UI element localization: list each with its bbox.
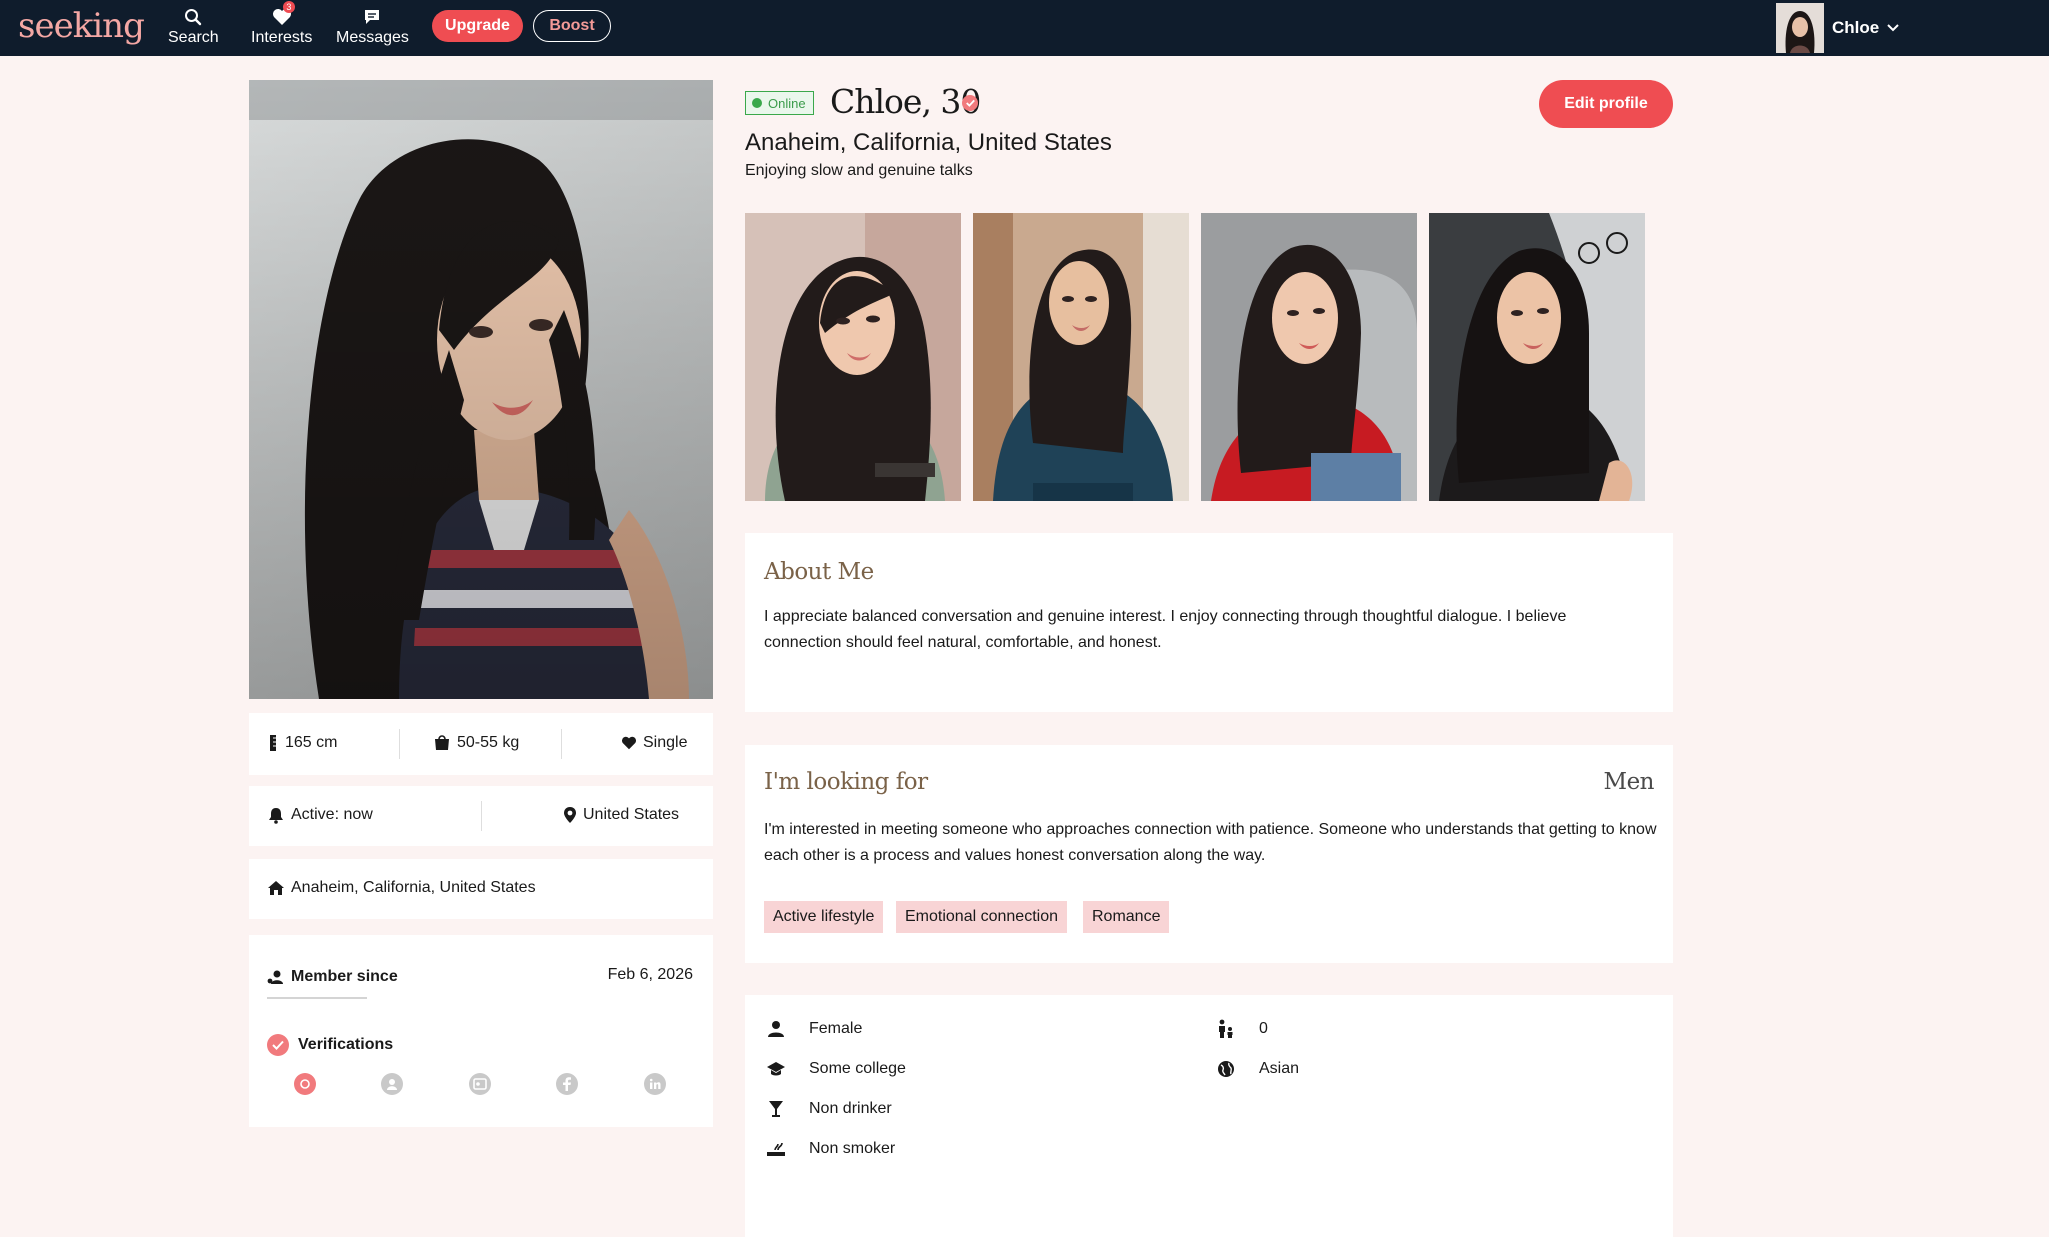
looking-for-target: Men [1603,769,1655,795]
account-menu[interactable]: Chloe [1776,0,1899,56]
profile-photo-thumbnail[interactable] [745,213,961,501]
boost-button[interactable]: Boost [533,10,611,42]
children-detail: 0 [1215,1018,1268,1040]
profile-photo-thumbnail[interactable] [1201,213,1417,501]
profile-photo-thumbnail[interactable] [973,213,1189,501]
nav-search[interactable]: Search [168,5,219,47]
height-stat: 165 cm [267,734,337,752]
nav-messages[interactable]: Messages [336,5,409,47]
children-value: 0 [1259,1020,1268,1037]
gender-value: Female [809,1020,863,1037]
online-status-badge: Online [745,91,814,115]
weight-value: 50-55 kg [457,734,520,751]
smoking-value: Non smoker [809,1140,896,1157]
home-stat: Anaheim, California, United States [267,879,536,897]
activity-card: Active: now United States [249,786,713,846]
graduation-cap-icon [765,1058,787,1080]
divider [481,801,482,831]
relationship-stat: Single [621,734,687,752]
member-since-label-row: Member since [267,968,398,986]
id-verification-icon[interactable] [469,1073,491,1095]
profile-location: Anaheim, California, United States [745,129,1112,156]
verified-badge-icon [962,95,978,111]
bell-icon [269,808,283,824]
profile-photo-thumbnail[interactable] [1429,213,1645,501]
interest-tag: Active lifestyle [764,901,884,933]
verifications-label-row: Verifications [267,1034,393,1056]
parent-child-icon [1215,1018,1237,1040]
home-location-card: Anaheim, California, United States [249,859,713,919]
nav-interests[interactable]: 3 Interests [251,1,313,47]
top-navigation-bar: seeking Search 3 Interests Messages Upgr… [0,0,2049,56]
profile-tagline: Enjoying slow and genuine talks [745,162,973,179]
online-dot-icon [752,98,762,108]
looking-for-card: I'm looking for Men I'm interested in me… [745,745,1673,963]
profile-name-age: Chloe, 30 [830,82,981,121]
interests-count-badge: 3 [282,1,295,13]
edit-profile-button[interactable]: Edit profile [1539,80,1673,128]
ethnicity-detail: Asian [1215,1058,1299,1080]
weight-icon [435,735,449,750]
avatar [1776,3,1824,53]
member-since-date: Feb 6, 2026 [607,966,693,983]
account-name: Chloe [1832,18,1880,37]
interest-tag: Emotional connection [896,901,1067,933]
weight-stat: 50-55 kg [433,734,519,752]
nav-interests-label: Interests [251,29,313,46]
looking-for-text: I'm interested in meeting someone who ap… [764,821,1657,864]
profile-verification-icon[interactable] [381,1073,403,1095]
divider [561,729,562,759]
drinking-value: Non drinker [809,1100,892,1117]
verified-check-icon [267,1034,289,1056]
nav-messages-label: Messages [336,29,409,46]
about-me-card: About Me I appreciate balanced conversat… [745,533,1673,712]
member-info-card: Member since Feb 6, 2026 Verifications [249,935,713,1127]
nav-search-label: Search [168,29,219,46]
about-me-text: I appreciate balanced conversation and g… [764,608,1567,651]
home-icon [268,881,284,895]
online-status-label: Online [768,95,806,111]
ethnicity-value: Asian [1259,1060,1300,1077]
heart-icon: 3 [272,1,295,29]
heart-icon [622,736,636,750]
interest-tag: Romance [1083,901,1170,933]
details-card: Female Some college Non drinker Non smok… [745,995,1673,1237]
search-icon [184,5,202,29]
member-underline [267,997,367,999]
cocktail-glass-icon [765,1098,787,1120]
location-pin-icon [564,807,576,823]
height-icon [270,735,276,751]
education-value: Some college [809,1060,906,1077]
globe-icon [1215,1058,1237,1080]
smoking-icon [765,1138,787,1160]
divider [399,729,400,759]
country-value: United States [583,806,680,823]
home-value: Anaheim, California, United States [291,879,536,896]
person-icon [765,1018,787,1040]
facebook-verification-icon[interactable] [556,1073,578,1095]
seeking-logo[interactable]: seeking [18,6,145,46]
about-me-title: About Me [764,559,874,585]
active-value: Active: now [291,806,373,823]
gender-detail: Female [765,1018,862,1040]
physical-stats-card: 165 cm 50-55 kg Single [249,713,713,775]
member-since-label: Member since [291,968,398,985]
drinking-detail: Non drinker [765,1098,892,1120]
height-value: 165 cm [285,734,338,751]
main-profile-photo[interactable] [249,80,713,699]
member-icon [267,970,283,984]
relationship-value: Single [643,734,688,751]
active-stat: Active: now [267,806,373,824]
chat-icon [363,5,381,29]
upgrade-button[interactable]: Upgrade [432,10,523,42]
verifications-label: Verifications [298,1036,394,1053]
country-stat: United States [563,806,679,824]
photo-verification-icon[interactable] [294,1073,316,1095]
looking-for-title: I'm looking for [764,769,928,795]
smoking-detail: Non smoker [765,1138,895,1160]
chevron-down-icon [1887,24,1899,32]
linkedin-verification-icon[interactable] [644,1073,666,1095]
education-detail: Some college [765,1058,906,1080]
